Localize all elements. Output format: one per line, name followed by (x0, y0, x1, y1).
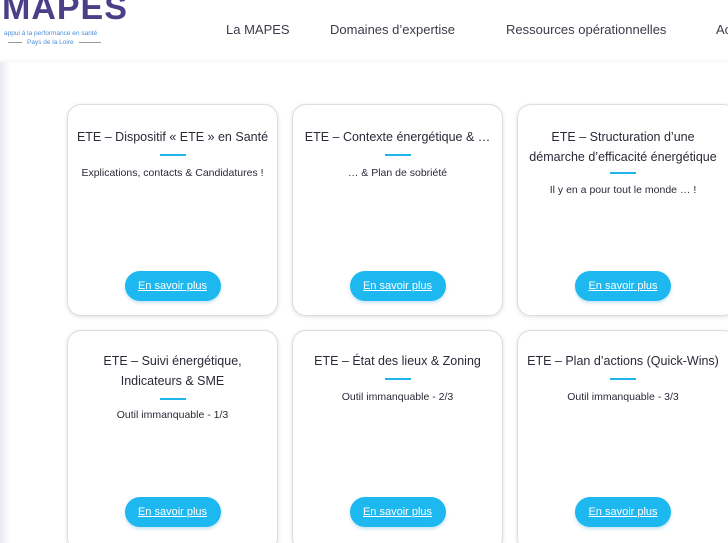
card-description: Outil immanquable - 1/3 (116, 409, 229, 421)
card-title: ETE – Plan d’actions (Quick-Wins) (527, 354, 719, 368)
en-savoir-plus-button[interactable]: En savoir plus (575, 271, 671, 301)
card-description: Il y en a pour tout le monde … ! (549, 184, 697, 196)
site-header: MAPES appui à la performance en santé Pa… (0, 0, 728, 62)
header-shadow (0, 60, 728, 64)
card-contexte-energetique: ETE – Contexte énergétique & … … & Plan … (292, 104, 503, 316)
card-divider (384, 154, 411, 156)
en-savoir-plus-button[interactable]: En savoir plus (124, 271, 221, 301)
card-etat-des-lieux: ETE – État des lieux & Zoning Outil imma… (292, 330, 503, 543)
main-nav: La MAPES Domaines d’expertise Ressources… (0, 22, 728, 42)
card-divider (384, 378, 411, 380)
card-description: Outil immanquable - 2/3 (341, 391, 454, 403)
en-savoir-plus-button[interactable]: En savoir plus (575, 497, 671, 527)
card-divider (159, 154, 186, 156)
nav-item-ressources-operationnelles[interactable]: Ressources opérationnelles (506, 22, 666, 37)
card-suivi-energetique: ETE – Suivi énergétique, Indicateurs & S… (67, 330, 278, 543)
card-plan-actions: ETE – Plan d’actions (Quick-Wins) Outil … (517, 330, 728, 543)
page: MAPES appui à la performance en santé Pa… (0, 0, 728, 543)
en-savoir-plus-button[interactable]: En savoir plus (349, 497, 446, 527)
en-savoir-plus-button[interactable]: En savoir plus (349, 271, 446, 301)
card-title: ETE – Suivi énergétique, Indicateurs & S… (103, 354, 242, 388)
card-description: … & Plan de sobriété (347, 167, 448, 179)
card-title: ETE – État des lieux & Zoning (314, 354, 481, 368)
card-description: Explications, contacts & Candidatures ! (81, 167, 264, 179)
card-description: Outil immanquable - 3/3 (567, 391, 679, 403)
card-title: ETE – Structuration d’une démarche d’eff… (529, 130, 717, 164)
nav-item-domaines-expertise[interactable]: Domaines d’expertise (330, 22, 455, 37)
card-structuration-demarche: ETE – Structuration d’une démarche d’eff… (517, 104, 728, 316)
en-savoir-plus-button[interactable]: En savoir plus (124, 497, 221, 527)
logo-rule-right (78, 42, 101, 43)
card-divider (159, 398, 186, 400)
card-dispositif-ete: ETE – Dispositif « ETE » en Santé Explic… (67, 104, 278, 316)
card-title: ETE – Dispositif « ETE » en Santé (76, 130, 269, 144)
nav-item-la-mapes[interactable]: La MAPES (226, 22, 290, 37)
left-edge-shadow (0, 62, 10, 543)
logo-rule-left (8, 42, 22, 43)
nav-item-actualites[interactable]: Ac (716, 22, 728, 37)
card-title: ETE – Contexte énergétique & … (304, 130, 491, 144)
card-divider (610, 378, 636, 380)
card-divider (610, 172, 636, 174)
